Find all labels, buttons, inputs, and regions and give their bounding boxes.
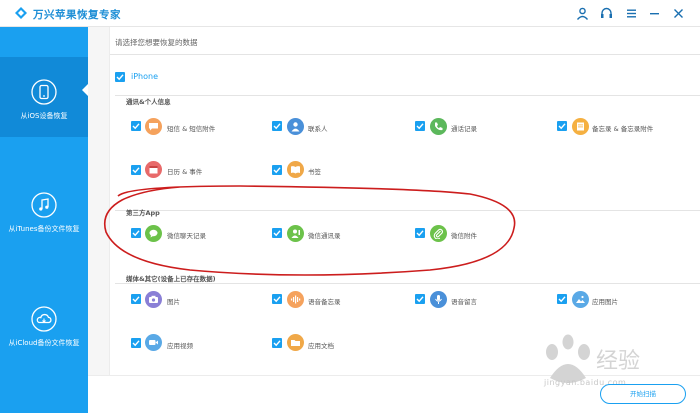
page-prompt: 请选择您想要恢复的数据 (115, 38, 198, 47)
iphone-label: iPhone (131, 72, 159, 81)
user-icon[interactable] (576, 7, 589, 20)
sidebar: 从iOS设备恢复 从iTunes备份文件恢复 从iCloud备份文件恢复 (0, 27, 88, 413)
contacts-checkbox[interactable] (272, 121, 282, 131)
close-icon[interactable] (672, 7, 685, 20)
sidebar-item-itunes-backup[interactable]: 从iTunes备份文件恢复 (0, 192, 88, 272)
contacts-label: 联系人 (308, 125, 328, 133)
book-icon (287, 161, 304, 178)
sidebar-item-label: 从iOS设备恢复 (20, 112, 68, 120)
title-bar: 万兴苹果恢复专家 (0, 0, 700, 27)
wechat-contact-icon (287, 225, 304, 242)
message-icon (145, 118, 162, 135)
note-icon (572, 118, 589, 135)
start-scan-button[interactable]: 开始扫描 (600, 384, 686, 404)
music-note-icon (31, 192, 57, 218)
video-icon (145, 334, 162, 351)
svg-text:经验: 经验 (596, 349, 640, 374)
camera-icon (145, 291, 162, 308)
voice-memos-checkbox[interactable] (272, 294, 282, 304)
scroll-gutter (88, 27, 110, 413)
section-title-third-party: 第三方App (126, 209, 160, 217)
divider (110, 54, 700, 55)
call-history-checkbox[interactable] (415, 121, 425, 131)
section-title-media: 媒体&其它(设备上已存在数据) (126, 275, 216, 283)
app-logo-icon (15, 7, 27, 19)
section-title-communication: 通讯&个人信息 (126, 98, 171, 106)
notes-checkbox[interactable] (557, 121, 567, 131)
notes-label: 备忘录 & 备忘录附件 (592, 125, 654, 133)
sms-checkbox[interactable] (131, 121, 141, 131)
wechat-chat-label: 微信聊天记录 (167, 232, 206, 240)
wechat-chat-checkbox[interactable] (131, 228, 141, 238)
bookmarks-checkbox[interactable] (272, 165, 282, 175)
menu-icon[interactable] (625, 7, 638, 20)
sidebar-item-ios-device[interactable]: 从iOS设备恢复 (0, 57, 88, 137)
app-videos-checkbox[interactable] (131, 338, 141, 348)
attachment-icon (430, 225, 447, 242)
calendar-label: 日历 & 事件 (167, 168, 203, 176)
headset-icon[interactable] (600, 7, 613, 20)
contact-icon (287, 118, 304, 135)
iphone-checkbox[interactable] (115, 72, 125, 82)
voice-memo-icon (287, 291, 304, 308)
sidebar-item-icloud-backup[interactable]: 从iCloud备份文件恢复 (0, 306, 88, 386)
phone-icon (31, 79, 57, 105)
app-photos-label: 应用图片 (592, 298, 618, 306)
wechat-attachments-label: 微信附件 (451, 232, 477, 240)
voice-memos-label: 语音备忘录 (308, 298, 341, 306)
minimize-icon[interactable] (648, 7, 661, 20)
app-documents-label: 应用文档 (308, 342, 334, 350)
image-icon (572, 291, 589, 308)
app-documents-checkbox[interactable] (272, 338, 282, 348)
photos-label: 图片 (167, 298, 180, 306)
wechat-contacts-label: 微信通讯录 (308, 232, 341, 240)
calendar-checkbox[interactable] (131, 165, 141, 175)
sidebar-item-label: 从iTunes备份文件恢复 (8, 225, 80, 233)
section-divider (115, 283, 700, 284)
phone-call-icon (430, 118, 447, 135)
wechat-attachments-checkbox[interactable] (415, 228, 425, 238)
section-divider (115, 210, 700, 211)
bookmarks-label: 书签 (308, 168, 321, 176)
sidebar-item-label: 从iCloud备份文件恢复 (8, 339, 80, 347)
calendar-icon (145, 161, 162, 178)
folder-icon (287, 334, 304, 351)
call-history-label: 通话记录 (451, 125, 477, 133)
photos-checkbox[interactable] (131, 294, 141, 304)
wechat-contacts-checkbox[interactable] (272, 228, 282, 238)
microphone-icon (430, 291, 447, 308)
voicemail-label: 语音留言 (451, 298, 477, 306)
voicemail-checkbox[interactable] (415, 294, 425, 304)
app-photos-checkbox[interactable] (557, 294, 567, 304)
sms-label: 短信 & 短信附件 (167, 125, 216, 133)
cloud-icon (31, 306, 57, 332)
section-divider (115, 95, 700, 96)
wechat-icon (145, 225, 162, 242)
app-title: 万兴苹果恢复专家 (33, 9, 121, 21)
app-videos-label: 应用视频 (167, 342, 193, 350)
